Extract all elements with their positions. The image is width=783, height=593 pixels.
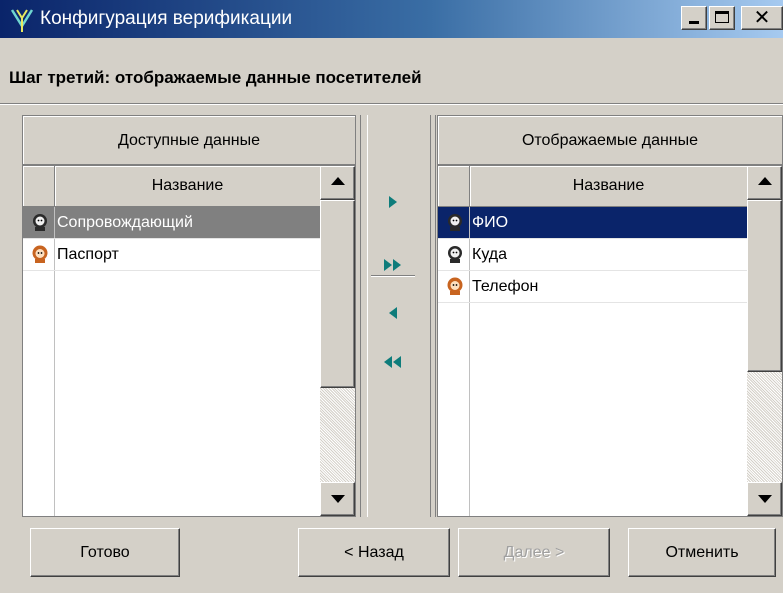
back-button[interactable]: < Назад — [298, 528, 450, 577]
right-vertical-scrollbar[interactable] — [747, 166, 782, 516]
cancel-button[interactable]: Отменить — [628, 528, 776, 577]
column-header-name[interactable]: Название — [55, 166, 320, 206]
scroll-up-button[interactable] — [320, 166, 355, 200]
list-item-escort[interactable]: Сопровождающий — [23, 207, 320, 239]
arrow-down-icon — [331, 495, 345, 503]
minimize-button[interactable] — [681, 6, 707, 30]
grid-corner — [438, 166, 470, 206]
displayed-data-grid[interactable]: Название ФИО Куда Телефон — [437, 165, 783, 517]
list-item-full-name[interactable]: ФИО — [438, 207, 747, 239]
verification-config-window: Конфигурация верификации ✕ Шаг третий: о… — [0, 0, 783, 593]
displayed-data-header: Отображаемые данные — [437, 115, 783, 165]
scroll-down-button[interactable] — [320, 482, 355, 516]
female-person-icon — [32, 245, 48, 263]
transfer-divider — [371, 275, 415, 277]
done-button[interactable]: Готово — [30, 528, 180, 577]
next-button[interactable]: Далее > — [458, 528, 610, 577]
step-divider — [0, 103, 783, 105]
list-item-phone[interactable]: Телефон — [438, 271, 747, 303]
column-header-name[interactable]: Название — [470, 166, 747, 206]
close-icon: ✕ — [753, 7, 771, 29]
available-data-header: Доступные данные — [22, 115, 356, 165]
arrow-up-icon — [758, 177, 772, 185]
maximize-button[interactable] — [709, 6, 735, 30]
scroll-thumb[interactable] — [320, 200, 355, 388]
window-title: Конфигурация верификации — [40, 8, 293, 29]
grid-corner — [23, 166, 55, 206]
list-item-passport[interactable]: Паспорт — [23, 239, 320, 271]
list-item-destination[interactable]: Куда — [438, 239, 747, 271]
move-right-button[interactable] — [377, 190, 409, 216]
close-button[interactable]: ✕ — [741, 6, 783, 30]
minimize-icon — [689, 21, 699, 24]
male-person-icon — [448, 214, 462, 231]
list-item-label: Куда — [472, 246, 508, 263]
grid-header: Название — [438, 166, 747, 207]
male-person-icon — [33, 214, 47, 231]
arrow-up-icon — [331, 177, 345, 185]
grid-header: Название — [23, 166, 320, 207]
list-item-label: Телефон — [472, 278, 539, 295]
arrow-down-icon — [758, 495, 772, 503]
left-vertical-scrollbar[interactable] — [320, 166, 355, 516]
row-indicator-gutter — [438, 303, 470, 516]
step-title: Шаг третий: отображаемые данные посетите… — [9, 68, 422, 87]
app-logo-icon — [10, 9, 34, 32]
move-left-button[interactable] — [377, 301, 409, 327]
available-data-grid[interactable]: Название Сопровождающий Паспорт — [22, 165, 356, 517]
scroll-thumb[interactable] — [747, 200, 782, 372]
female-person-icon — [447, 277, 463, 295]
move-all-left-button[interactable] — [377, 350, 409, 376]
row-indicator-gutter — [23, 271, 55, 516]
title-bar[interactable]: Конфигурация верификации ✕ — [0, 0, 783, 38]
scroll-up-button[interactable] — [747, 166, 782, 200]
list-item-label: Сопровождающий — [57, 214, 193, 231]
list-item-label: Паспорт — [57, 246, 119, 263]
list-item-label: ФИО — [472, 214, 509, 231]
scroll-down-button[interactable] — [747, 482, 782, 516]
maximize-icon — [715, 11, 729, 23]
male-person-icon — [448, 246, 462, 263]
transfer-buttons-panel — [360, 115, 436, 517]
